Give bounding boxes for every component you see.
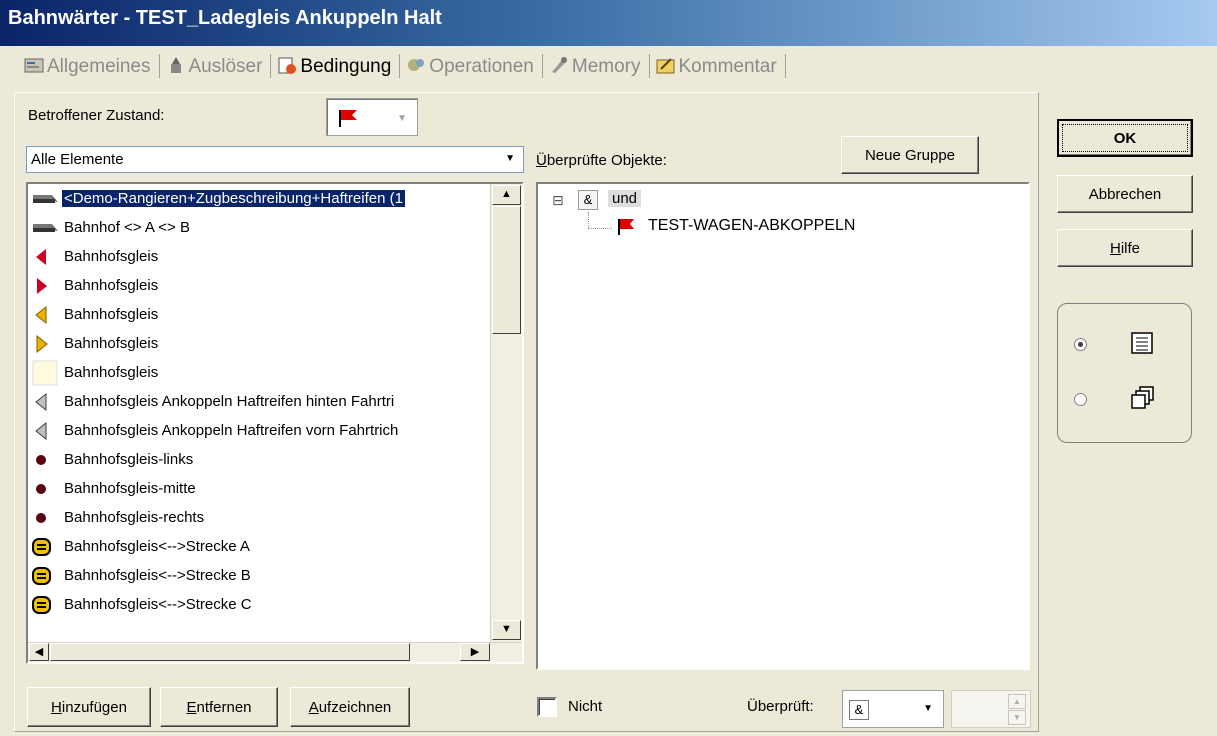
- red-flag-icon: [337, 108, 359, 132]
- scroll-up-button[interactable]: ▲: [492, 185, 521, 205]
- list-view-icon: [1131, 332, 1153, 358]
- vertical-scrollbar[interactable]: ▲ ▼: [490, 184, 522, 642]
- view-radio-list[interactable]: [1074, 338, 1087, 351]
- list-item[interactable]: Bahnhofsgleis: [30, 242, 500, 271]
- element-list[interactable]: <Demo-Rangieren+Zugbeschreibung+Haftreif…: [26, 182, 524, 664]
- tree-root-label[interactable]: und: [608, 190, 642, 207]
- list-item[interactable]: Bahnhofsgleis: [30, 329, 500, 358]
- condition-icon: [277, 55, 297, 75]
- view-mode-group: [1057, 303, 1192, 443]
- circle-icon: [32, 509, 52, 527]
- dialog-window: Bahnwärter - TEST_Ladegleis Ankuppeln Ha…: [0, 0, 1217, 736]
- spin-down-button[interactable]: ▼: [1008, 710, 1026, 725]
- ok-button[interactable]: OK: [1057, 119, 1193, 157]
- help-button[interactable]: Hilfe: [1057, 229, 1193, 267]
- comment-icon: [656, 55, 676, 75]
- list-item[interactable]: Bahnhofsgleis-mitte: [30, 474, 500, 503]
- circle-icon: [32, 451, 52, 469]
- triangle-left-yellow-icon: [32, 305, 52, 325]
- element-filter-value: Alle Elemente: [31, 151, 124, 168]
- element-filter-dropdown[interactable]: Alle Elemente ▼: [26, 146, 524, 173]
- new-group-button[interactable]: Neue Gruppe: [841, 136, 979, 174]
- scroll-thumb-horizontal[interactable]: [50, 643, 410, 661]
- tab-memory[interactable]: Memory: [547, 55, 645, 78]
- triangle-left-red-icon: [32, 248, 52, 266]
- cancel-button[interactable]: Abbrechen: [1057, 175, 1193, 213]
- tree-connector: [588, 228, 612, 229]
- train-icon: [32, 190, 58, 208]
- triangle-right-yellow-icon: [32, 334, 52, 354]
- chevron-down-icon: ▼: [923, 703, 933, 714]
- list-item[interactable]: Bahnhofsgleis: [30, 300, 500, 329]
- list-item[interactable]: Bahnhofsgleis: [30, 271, 500, 300]
- horizontal-scrollbar[interactable]: ◀ ▶: [28, 642, 522, 662]
- title-bar: Bahnwärter - TEST_Ladegleis Ankuppeln Ha…: [0, 0, 1217, 46]
- tree-connector: [588, 212, 589, 228]
- tab-kommentar[interactable]: Kommentar: [654, 55, 781, 78]
- list-item[interactable]: Bahnhofsgleis Ankoppeln Haftreifen vorn …: [30, 416, 500, 445]
- tab-bar: Allgemeines Auslöser Bedingung Operation…: [0, 46, 1217, 90]
- checked-objects-tree[interactable]: ⊟ & und TEST-WAGEN-ABKOPPELN: [536, 182, 1030, 670]
- windows-view-icon: [1131, 386, 1155, 414]
- chevron-down-icon: ▼: [397, 113, 407, 124]
- track-icon: [32, 567, 52, 585]
- scroll-thumb[interactable]: [492, 206, 521, 334]
- view-radio-windows[interactable]: [1074, 393, 1087, 406]
- spin-up-button[interactable]: ▲: [1008, 694, 1026, 709]
- checked-objects-label-text: berprüfte Objekte:: [546, 152, 667, 169]
- triangle-right-red-icon: [32, 277, 52, 295]
- not-label: Nicht: [568, 698, 603, 715]
- triangle-left-gray-icon: [32, 421, 52, 441]
- circle-icon: [32, 480, 52, 498]
- list-item[interactable]: Bahnhofsgleis Ankoppeln Haftreifen hinte…: [30, 387, 500, 416]
- list-item[interactable]: Bahnhofsgleis-rechts: [30, 503, 500, 532]
- list-item[interactable]: Bahnhofsgleis<-->Strecke A: [30, 532, 500, 561]
- record-button[interactable]: Aufzeichnen: [290, 687, 410, 727]
- operator-value: &: [849, 700, 869, 720]
- box-icon: [32, 360, 58, 386]
- scroll-right-button[interactable]: ▶: [460, 643, 490, 661]
- ok-button-label: OK: [1062, 124, 1188, 152]
- track-icon: [32, 538, 52, 556]
- general-icon: [24, 55, 44, 75]
- state-label: Betroffener Zustand:: [28, 107, 165, 124]
- trigger-icon: [166, 55, 186, 75]
- and-operator-icon: &: [578, 190, 598, 210]
- operator-dropdown[interactable]: & ▼: [842, 690, 944, 728]
- window-title: Bahnwärter - TEST_Ladegleis Ankuppeln Ha…: [8, 7, 442, 29]
- triangle-left-gray-icon: [32, 392, 52, 412]
- tab-bedingung[interactable]: Bedingung: [275, 55, 395, 78]
- state-dropdown[interactable]: ▼: [326, 98, 418, 136]
- train-icon: [32, 219, 58, 237]
- list-item[interactable]: Bahnhofsgleis: [30, 358, 500, 387]
- list-item[interactable]: Bahnhof <> A <> B: [30, 213, 500, 242]
- operator-spinner[interactable]: ▲ ▼: [951, 690, 1031, 728]
- add-button[interactable]: Hinzufügen: [27, 687, 151, 727]
- scroll-down-button[interactable]: ▼: [492, 620, 521, 640]
- list-item[interactable]: Bahnhofsgleis<-->Strecke B: [30, 561, 500, 590]
- remove-button[interactable]: Entfernen: [160, 687, 278, 727]
- list-item[interactable]: <Demo-Rangieren+Zugbeschreibung+Haftreif…: [30, 184, 500, 213]
- tab-operationen[interactable]: Operationen: [404, 55, 538, 78]
- tree-child-label[interactable]: TEST-WAGEN-ABKOPPELN: [648, 217, 855, 235]
- checked-objects-label: Überprüfte Objekte:: [536, 152, 667, 169]
- chevron-down-icon: ▼: [505, 153, 515, 164]
- operations-icon: [406, 55, 426, 75]
- not-checkbox[interactable]: [537, 697, 557, 717]
- collapse-icon[interactable]: ⊟: [552, 192, 564, 209]
- memory-icon: [549, 55, 569, 75]
- tab-ausloeser[interactable]: Auslöser: [164, 55, 267, 78]
- checked-label: Überprüft:: [747, 698, 814, 715]
- red-flag-icon: [616, 218, 636, 240]
- list-item[interactable]: Bahnhofsgleis<-->Strecke C: [30, 590, 500, 619]
- list-item[interactable]: Bahnhofsgleis-links: [30, 445, 500, 474]
- scroll-left-button[interactable]: ◀: [29, 643, 49, 661]
- tab-allgemeines[interactable]: Allgemeines: [22, 55, 155, 78]
- track-icon: [32, 596, 52, 614]
